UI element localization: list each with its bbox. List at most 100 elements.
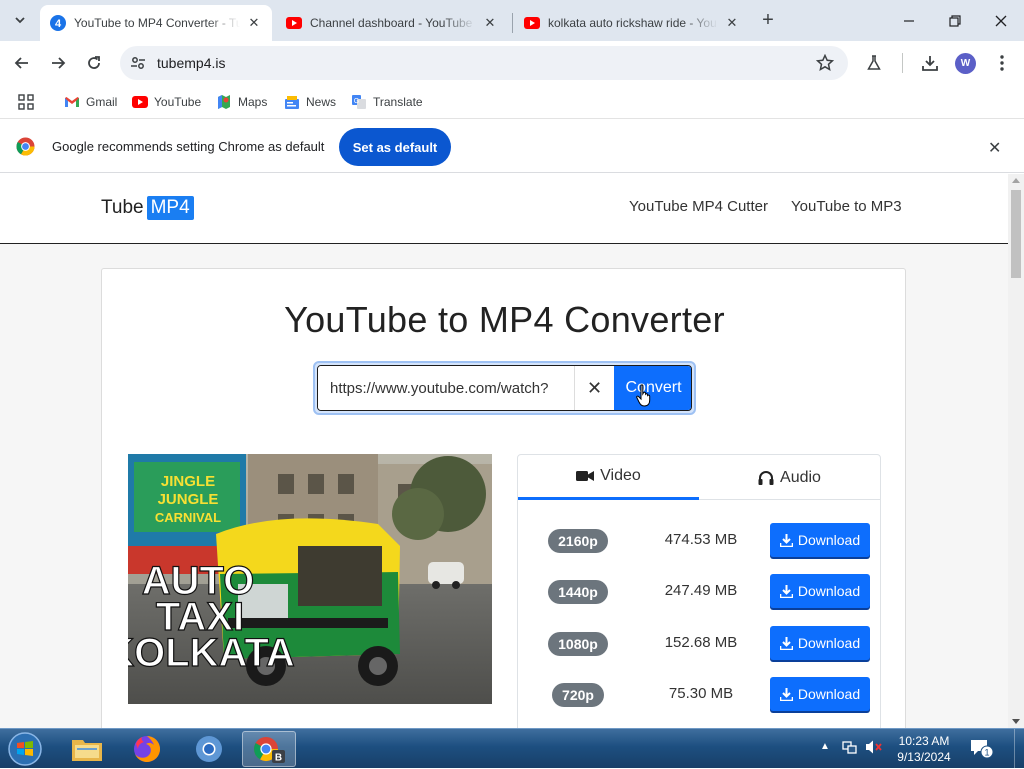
download-button-1080p[interactable]: Download: [770, 626, 870, 660]
clear-url-button[interactable]: ✕: [574, 366, 614, 410]
bookmark-label: YouTube: [154, 95, 202, 109]
close-icon: [995, 15, 1007, 26]
bookmark-translate[interactable]: G Translate: [351, 92, 423, 112]
minimize-icon: [904, 19, 914, 22]
tab-channel-dashboard[interactable]: Channel dashboard - YouTube S ✕: [276, 5, 508, 41]
site-settings-icon[interactable]: [130, 55, 146, 71]
clock-date: 9/13/2024: [897, 750, 951, 764]
page-viewport: Tube MP4 YouTube MP4 Cutter YouTube to M…: [0, 174, 1024, 728]
clock-time: 10:23 AM: [898, 734, 950, 748]
tab-video[interactable]: Video: [518, 455, 699, 500]
tab-youtube-to-mp4[interactable]: 4 YouTube to MP4 Converter - Tu ✕: [40, 5, 272, 41]
quality-badge: 720p: [552, 683, 604, 707]
more-menu-icon[interactable]: [988, 49, 1016, 77]
tubemp4-favicon-icon: 4: [50, 15, 66, 31]
scroll-up-icon[interactable]: [1012, 178, 1020, 183]
download-button-2160p[interactable]: Download: [770, 523, 870, 557]
new-tab-button[interactable]: +: [758, 9, 778, 31]
quality-badge: 1440p: [548, 580, 608, 604]
toolbar-divider: [902, 53, 903, 73]
site-logo[interactable]: Tube MP4: [101, 196, 194, 220]
bookmark-star-icon[interactable]: [816, 54, 834, 72]
bookmarks-bar: Gmail YouTube Maps News G Translate: [0, 85, 1024, 119]
page-scrollbar[interactable]: [1008, 174, 1024, 728]
svg-text:G: G: [354, 98, 359, 105]
apps-grid-button[interactable]: [18, 92, 34, 112]
forward-button[interactable]: [44, 49, 72, 77]
download-icon: [779, 584, 793, 598]
thumbnail-image: JINGLE JUNGLE CARNIVAL AUTO TAXI KOLKATA: [128, 454, 492, 704]
favicon-digit: 4: [55, 18, 62, 30]
converter-card: YouTube to MP4 Converter ✕ Convert: [101, 268, 906, 728]
scrollbar-thumb[interactable]: [1011, 190, 1021, 278]
close-window-button[interactable]: [978, 0, 1024, 41]
profile-avatar[interactable]: W: [955, 53, 976, 74]
system-clock[interactable]: 10:23 AM 9/13/2024: [892, 733, 956, 765]
file-size: 247.49 MB: [664, 582, 738, 599]
close-infobar-icon[interactable]: ✕: [988, 138, 1001, 158]
youtube-icon: [132, 94, 148, 110]
youtube-favicon-icon: [286, 15, 302, 31]
firefox-icon: [134, 736, 160, 762]
bookmark-gmail[interactable]: Gmail: [64, 92, 117, 112]
download-button-720p[interactable]: Download: [770, 677, 870, 711]
close-tab-icon[interactable]: ✕: [482, 15, 498, 31]
bookmark-label: Maps: [238, 95, 268, 109]
taskbar-chrome[interactable]: B: [242, 731, 296, 767]
nav-link-youtube-to-mp3[interactable]: YouTube to MP3: [791, 198, 902, 215]
browser-toolbar: tubemp4.is: [0, 41, 1024, 85]
tab-search-button[interactable]: [8, 8, 32, 32]
taskbar-file-explorer[interactable]: [60, 731, 114, 767]
notification-count: 1: [984, 748, 989, 758]
download-icon: [779, 636, 793, 650]
video-camera-icon: [576, 470, 595, 482]
address-bar[interactable]: tubemp4.is: [120, 46, 848, 80]
tab-title: Channel dashboard - YouTube S: [310, 16, 476, 30]
show-desktop-button[interactable]: [1014, 729, 1024, 769]
tab-audio[interactable]: Audio: [699, 455, 880, 500]
thumbnail-caption-3: KOLKATA: [128, 631, 295, 675]
hand-pointer-icon: [636, 384, 654, 408]
show-hidden-icons[interactable]: ▲: [820, 741, 830, 752]
chromium-icon: [196, 736, 222, 762]
bookmark-label: Translate: [373, 95, 423, 109]
taskbar-firefox[interactable]: [120, 731, 174, 767]
start-button[interactable]: [6, 731, 44, 767]
scroll-down-icon[interactable]: [1012, 719, 1020, 724]
site-header: Tube MP4 YouTube MP4 Cutter YouTube to M…: [0, 174, 1008, 244]
volume-muted-icon[interactable]: [865, 739, 883, 755]
close-tab-icon[interactable]: ✕: [724, 15, 740, 31]
restore-button[interactable]: [932, 0, 978, 41]
action-center-button[interactable]: 1: [970, 739, 994, 759]
banner-text-2: JUNGLE: [158, 491, 219, 508]
bookmark-news[interactable]: News: [284, 92, 336, 112]
back-button[interactable]: [8, 49, 36, 77]
address-text[interactable]: tubemp4.is: [157, 55, 225, 71]
taskbar-chromium[interactable]: [182, 731, 236, 767]
video-thumbnail[interactable]: JINGLE JUNGLE CARNIVAL AUTO TAXI KOLKATA: [128, 454, 492, 704]
news-icon: [284, 94, 300, 110]
banner-text-1: JINGLE: [161, 473, 215, 490]
download-icon[interactable]: [916, 49, 944, 77]
default-browser-infobar: Google recommends setting Chrome as defa…: [0, 120, 1024, 173]
windows-logo-icon: [8, 732, 42, 766]
close-tab-icon[interactable]: ✕: [246, 15, 262, 31]
bookmark-maps[interactable]: Maps: [216, 92, 267, 112]
download-button-1440p[interactable]: Download: [770, 574, 870, 608]
infobar-message: Google recommends setting Chrome as defa…: [52, 139, 325, 154]
video-url-input[interactable]: [318, 366, 574, 410]
network-icon[interactable]: [842, 739, 858, 755]
nav-link-mp4-cutter[interactable]: YouTube MP4 Cutter: [629, 198, 768, 215]
maps-icon: [216, 94, 232, 110]
minimize-button[interactable]: [886, 0, 932, 41]
tab-kolkata-video[interactable]: kolkata auto rickshaw ride - You ✕: [514, 5, 750, 41]
labs-flask-icon[interactable]: [860, 49, 888, 77]
reload-icon: [88, 56, 100, 69]
bookmark-label: Gmail: [86, 95, 118, 109]
format-row: 1440p 247.49 MB Download: [518, 571, 880, 611]
download-label: Download: [797, 635, 861, 651]
set-as-default-button[interactable]: Set as default: [339, 128, 451, 166]
chevron-down-icon: [15, 17, 25, 24]
bookmark-youtube[interactable]: YouTube: [132, 92, 201, 112]
reload-button[interactable]: [80, 49, 108, 77]
